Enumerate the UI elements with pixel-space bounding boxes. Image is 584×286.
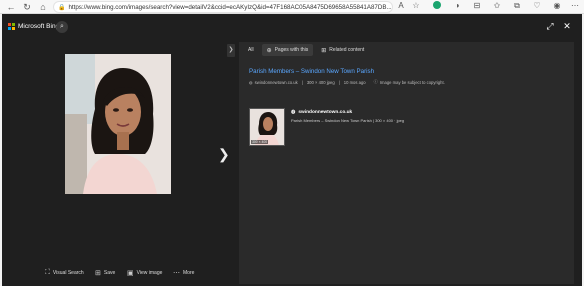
close-icon[interactable]: ✕ — [562, 21, 572, 31]
tab-all-label: All — [248, 47, 254, 53]
globe-icon: ◍ — [291, 109, 296, 115]
copyright-warning: Image may be subject to copyright. — [379, 79, 445, 85]
read-aloud-icon[interactable]: A — [396, 1, 406, 11]
address-url[interactable]: https://www.bing.com/images/search?view=… — [68, 4, 391, 11]
result-info: ◍ swindonnewtown.co.uk Parish Members – … — [291, 109, 404, 146]
panel-tabs: All ⊕ Pages with this ⊞ Related content — [243, 44, 372, 56]
tab-related-label: Related content — [329, 47, 365, 53]
result-description[interactable]: Parish Members – Swindon New Town Parish… — [291, 118, 404, 123]
collapse-panel-icon[interactable]: ❯ — [227, 44, 235, 57]
more-label: More — [183, 270, 195, 276]
image-detail-overlay: Microsoft Bing ⌕ ⤢ ✕ ❯ ⛶ Visual Search ⊞… — [2, 14, 582, 286]
view-image-label: View image — [136, 270, 163, 276]
browser-toolbar: ← ↻ ⌂ 🔒 https://www.bing.com/images/sear… — [0, 0, 584, 14]
favorites-bar-icon[interactable]: ✩ — [492, 1, 502, 11]
lock-icon: 🔒 — [58, 4, 66, 11]
view-image-icon: ▣ — [127, 270, 134, 277]
result-thumbnail[interactable]: 300 × 400 — [249, 108, 285, 146]
bing-logo[interactable]: Microsoft Bing — [8, 23, 59, 30]
logo-text: Microsoft Bing — [18, 23, 60, 30]
related-icon: ⊞ — [321, 47, 327, 54]
tab-all[interactable]: All — [243, 44, 259, 56]
thumbnail-dimensions: 300 × 400 — [251, 140, 269, 144]
collections-icon[interactable]: ⧉ — [512, 1, 522, 11]
main-image[interactable] — [65, 54, 171, 194]
home-icon[interactable]: ⌂ — [38, 2, 48, 12]
image-meta: ◍ swindonnewtown.co.uk | 300 × 400 jpeg … — [249, 79, 445, 85]
expand-icon[interactable]: ⤢ — [545, 21, 555, 31]
result-domain-row[interactable]: ◍ swindonnewtown.co.uk — [291, 109, 404, 115]
save-icon: ⊞ — [95, 270, 101, 277]
profile-icon[interactable]: ◉ — [552, 1, 562, 11]
more-icon: ⋯ — [173, 270, 180, 277]
menu-dots-icon[interactable]: ⋯ — [570, 1, 580, 11]
tab-related-content[interactable]: ⊞ Related content — [316, 44, 370, 56]
visual-search-button[interactable]: ⛶ Visual Search — [45, 269, 84, 277]
meta-domain[interactable]: swindonnewtown.co.uk — [255, 80, 298, 85]
split-screen-icon[interactable]: ⊟ — [472, 1, 482, 11]
globe-icon: ◍ — [249, 79, 253, 85]
meta-age: 10 mos ago — [343, 79, 366, 85]
view-image-button[interactable]: ▣ View image — [127, 269, 162, 277]
search-icon[interactable]: ⌕ — [56, 21, 68, 33]
info-panel: All ⊕ Pages with this ⊞ Related content … — [239, 42, 574, 284]
back-icon[interactable]: ← — [6, 2, 16, 12]
visual-search-icon: ⛶ — [45, 269, 50, 276]
favorite-icon[interactable]: ☆ — [411, 1, 421, 11]
result-domain[interactable]: swindonnewtown.co.uk — [298, 110, 352, 115]
next-image-icon[interactable]: ❯ — [218, 146, 230, 163]
microsoft-logo-icon — [8, 23, 15, 30]
save-label: Save — [103, 270, 116, 276]
edge-copilot-icon[interactable]: ◑ — [452, 1, 462, 11]
refresh-icon[interactable]: ↻ — [22, 2, 32, 12]
more-button[interactable]: ⋯ More — [173, 269, 194, 277]
pages-icon: ⊕ — [266, 47, 272, 54]
tab-pages-label: Pages with this — [274, 47, 309, 53]
browser-essentials-icon[interactable]: ♡ — [532, 1, 542, 11]
tab-pages-with-this[interactable]: ⊕ Pages with this — [261, 44, 314, 56]
page-title-link[interactable]: Parish Members – Swindon New Town Parish — [249, 68, 374, 75]
visual-search-label: Visual Search — [52, 270, 84, 276]
save-button[interactable]: ⊞ Save — [95, 269, 115, 277]
extension-icon[interactable] — [432, 1, 442, 11]
address-bar[interactable]: 🔒 https://www.bing.com/images/search?vie… — [53, 1, 393, 13]
portrait-image — [65, 54, 171, 194]
copyright-icon: ⓘ — [373, 79, 378, 84]
result-item[interactable]: 300 × 400 ◍ swindonnewtown.co.uk Parish … — [249, 108, 404, 146]
meta-size: 300 × 400 jpeg — [306, 79, 335, 85]
